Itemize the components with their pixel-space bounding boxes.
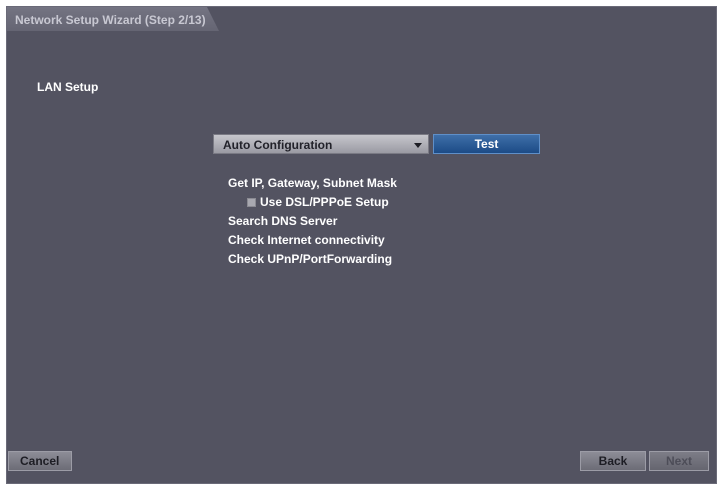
configuration-mode-value: Auto Configuration: [223, 138, 333, 152]
cancel-button[interactable]: Cancel: [8, 451, 72, 471]
use-dsl-pppoe-checkbox[interactable]: [247, 197, 256, 207]
window-title: Network Setup Wizard (Step 2/13): [15, 13, 206, 27]
test-button[interactable]: Test: [433, 134, 540, 154]
lan-setup-heading: LAN Setup: [37, 80, 99, 94]
network-setup-wizard-window: Network Setup Wizard (Step 2/13) LAN Set…: [6, 6, 717, 484]
next-button[interactable]: Next: [649, 451, 709, 471]
check-upnp-portforwarding-item: Check UPnP/PortForwarding: [228, 252, 393, 266]
get-ip-gateway-subnet-item: Get IP, Gateway, Subnet Mask: [228, 176, 397, 190]
back-button[interactable]: Back: [580, 451, 646, 471]
configuration-mode-dropdown[interactable]: Auto Configuration: [213, 134, 429, 154]
use-dsl-pppoe-label: Use DSL/PPPoE Setup: [260, 195, 389, 209]
check-internet-connectivity-item: Check Internet connectivity: [228, 233, 385, 247]
search-dns-server-item: Search DNS Server: [228, 214, 338, 228]
chevron-down-icon: [414, 143, 422, 148]
use-dsl-pppoe-checkbox-row[interactable]: Use DSL/PPPoE Setup: [247, 195, 389, 209]
title-tab: Network Setup Wizard (Step 2/13): [7, 7, 219, 31]
